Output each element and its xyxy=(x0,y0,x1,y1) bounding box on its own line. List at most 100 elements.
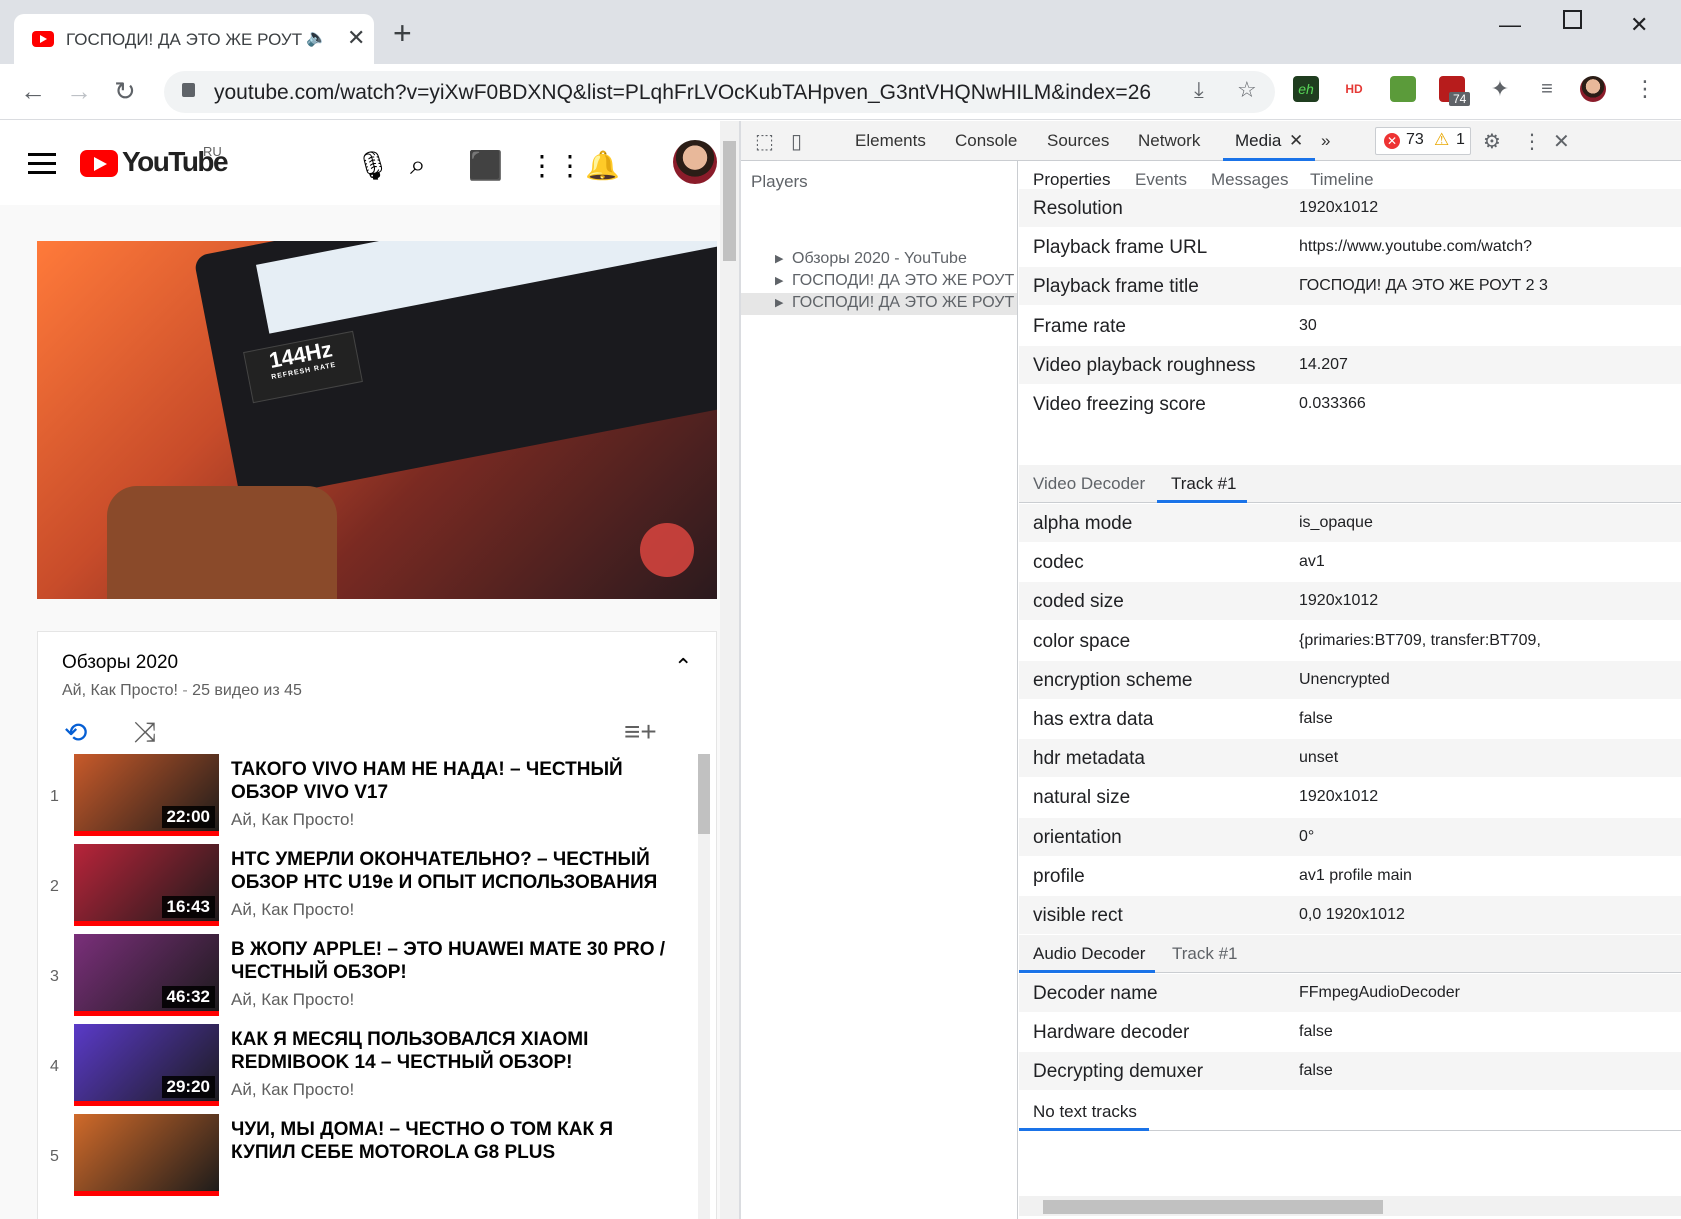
player-entry[interactable]: ▶ ГОСПОДИ! ДА ЭТО ЖЕ РОУТ 2 xyxy=(741,271,1017,293)
playlist-item[interactable]: 4 29:20 КАК Я МЕСЯЦ ПОЛЬЗОВАЛСЯ XIAOMI RED… xyxy=(38,1024,698,1116)
profile-avatar[interactable] xyxy=(1580,76,1606,102)
video-thumbnail[interactable] xyxy=(74,1114,219,1196)
forward-button[interactable]: → xyxy=(66,76,92,107)
video-title[interactable]: КАК Я МЕСЯЦ ПОЛЬЗОВАЛСЯ XIAOMI REDMIBOOK… xyxy=(231,1028,671,1074)
tab-video-decoder[interactable]: Video Decoder xyxy=(1033,474,1145,494)
property-value: 1920x1012 xyxy=(1299,788,1379,806)
tab-video-track[interactable]: Track #1 xyxy=(1171,474,1237,494)
user-avatar[interactable] xyxy=(673,140,717,184)
maximize-button[interactable] xyxy=(1563,10,1582,29)
extension-monitor-icon[interactable] xyxy=(1390,76,1416,102)
video-channel[interactable]: Ай, Как Просто! xyxy=(231,990,354,1010)
video-thumbnail[interactable]: 16:43 xyxy=(74,844,219,926)
tab-title: ГОСПОДИ! ДА ЭТО ЖЕ РОУТ xyxy=(66,30,303,49)
devtools-menu-icon[interactable]: ⋮ xyxy=(1522,129,1542,154)
url-text[interactable]: youtube.com/watch?v=yiXwF0BDXNQ&list=PLq… xyxy=(214,81,1151,105)
microphone-icon[interactable]: 🎙 xyxy=(355,149,391,182)
settings-gear-icon[interactable]: ⚙ xyxy=(1483,129,1501,154)
reload-button[interactable]: ↻ xyxy=(114,76,136,107)
video-title[interactable]: ЧУИ, МЫ ДОМА! – ЧЕСТНО О ТОМ КАК Я КУПИЛ… xyxy=(231,1118,671,1164)
playlist-item[interactable]: 2 16:43 HTC УМЕРЛИ ОКОНЧАТЕЛЬНО? – ЧЕСТНЫЙ… xyxy=(38,844,698,936)
tab-sources[interactable]: Sources xyxy=(1047,131,1109,151)
video-player[interactable]: 144Hz REFRESH RATE xyxy=(37,241,717,599)
minimize-button[interactable]: — xyxy=(1499,12,1521,38)
video-channel[interactable]: Ай, Как Просто! xyxy=(231,900,354,920)
playlist-channel[interactable]: Ай, Как Просто! xyxy=(62,682,178,699)
install-app-icon[interactable]: ⤓ xyxy=(1194,77,1204,103)
expand-triangle-icon[interactable]: ▶ xyxy=(775,274,783,287)
chrome-menu-icon[interactable]: ⋮ xyxy=(1632,76,1658,102)
video-thumbnail[interactable]: 29:20 xyxy=(74,1024,219,1106)
inspect-element-icon[interactable]: ⬚ xyxy=(755,129,774,154)
loop-playlist-icon[interactable]: ⟲ xyxy=(64,716,87,749)
playlist-item[interactable]: 5 ЧУИ, МЫ ДОМА! – ЧЕСТНО О ТОМ КАК Я КУПИ… xyxy=(38,1114,698,1206)
expand-triangle-icon[interactable]: ▶ xyxy=(775,252,783,265)
video-thumbnail[interactable]: 22:00 xyxy=(74,754,219,836)
close-tab-icon[interactable]: ✕ xyxy=(347,25,365,51)
back-button[interactable]: ← xyxy=(20,76,46,107)
tab-timeline[interactable]: Timeline xyxy=(1310,170,1374,190)
tab-text-tracks[interactable]: No text tracks xyxy=(1033,1102,1137,1122)
text-tracks-tabs: No text tracks xyxy=(1019,1093,1681,1131)
player-entry[interactable]: ▶ Обзоры 2020 - YouTube xyxy=(741,249,1017,271)
close-devtools-icon[interactable]: ✕ xyxy=(1553,129,1570,154)
tab-elements[interactable]: Elements xyxy=(855,131,926,151)
search-icon[interactable]: ⌕ xyxy=(410,149,426,182)
device-toolbar-icon[interactable]: ▯ xyxy=(791,129,802,154)
tab-console[interactable]: Console xyxy=(955,131,1017,151)
create-video-icon[interactable]: ⬛ xyxy=(468,149,503,182)
property-key: coded size xyxy=(1033,591,1124,613)
tab-audio-decoder[interactable]: Audio Decoder xyxy=(1033,944,1145,964)
media-control-icon[interactable]: ≡ xyxy=(1534,76,1560,102)
lock-icon[interactable] xyxy=(182,83,195,97)
player-entry[interactable]: ▶ ГОСПОДИ! ДА ЭТО ЖЕ РОУТ 2 xyxy=(741,293,1017,315)
extension-hd-icon[interactable]: HD xyxy=(1341,76,1367,102)
channel-watermark[interactable] xyxy=(640,523,694,577)
new-tab-button[interactable]: + xyxy=(393,17,412,49)
detail-horizontal-scrollbar[interactable] xyxy=(1019,1196,1681,1216)
tab-messages[interactable]: Messages xyxy=(1211,170,1288,190)
video-title[interactable]: В ЖОПУ APPLE! – ЭТО HUAWEI MATE 30 PRO /… xyxy=(231,938,671,984)
extension-eh-icon[interactable]: eh xyxy=(1293,76,1319,102)
more-tabs-icon[interactable]: » xyxy=(1321,131,1330,151)
tab-properties[interactable]: Properties xyxy=(1033,170,1110,190)
extensions-puzzle-icon[interactable]: ✦ xyxy=(1487,76,1513,102)
close-window-button[interactable]: ✕ xyxy=(1630,12,1648,38)
close-media-tab-icon[interactable]: ✕ xyxy=(1289,131,1303,151)
playlist-item[interactable]: 3 46:32 В ЖОПУ APPLE! – ЭТО HUAWEI MATE 30… xyxy=(38,934,698,1026)
issues-counter[interactable]: ✕ 73 ⚠ 1 xyxy=(1375,127,1471,155)
save-playlist-icon[interactable]: ≡+ xyxy=(624,716,657,748)
notifications-bell-icon[interactable]: 🔔 xyxy=(585,149,620,182)
audio-decoder-tab-indicator xyxy=(1019,970,1155,973)
players-list: Players ▶ Обзоры 2020 - YouTube ▶ ГОСПОДИ! … xyxy=(741,161,1018,1219)
property-value: 14.207 xyxy=(1299,355,1348,373)
page-scrollbar[interactable] xyxy=(720,121,739,1219)
tab-audio-track[interactable]: Track #1 xyxy=(1172,944,1238,964)
video-title[interactable]: HTC УМЕРЛИ ОКОНЧАТЕЛЬНО? – ЧЕСТНЫЙ ОБЗОР… xyxy=(231,848,671,894)
shuffle-icon[interactable]: ⤨ xyxy=(134,716,156,749)
property-key: natural size xyxy=(1033,787,1131,809)
bookmark-star-icon[interactable]: ☆ xyxy=(1237,77,1257,103)
address-bar[interactable]: youtube.com/watch?v=yiXwF0BDXNQ&list=PLq… xyxy=(164,71,1275,113)
playlist-item[interactable]: 1 22:00 ТАКОГО VIVO НАМ НЕ НАДА! – ЧЕСТНЫЙ… xyxy=(38,754,698,846)
apps-grid-icon[interactable]: ⋮⋮ xyxy=(528,149,584,182)
audio-playing-icon[interactable]: 🔈 xyxy=(306,28,327,48)
youtube-logo-icon[interactable] xyxy=(80,150,118,177)
menu-icon[interactable] xyxy=(28,153,56,174)
video-title[interactable]: ТАКОГО VIVO НАМ НЕ НАДА! – ЧЕСТНЫЙ ОБЗОР… xyxy=(231,758,671,804)
property-row: Video playback roughness 14.207 xyxy=(1019,345,1681,385)
playlist-item-index: 5 xyxy=(50,1148,59,1165)
playlist-scrollbar[interactable] xyxy=(698,754,710,1219)
playlist-title[interactable]: Обзоры 2020 xyxy=(62,652,178,674)
video-channel[interactable]: Ай, Как Просто! xyxy=(231,1080,354,1100)
tab-media[interactable]: Media xyxy=(1235,131,1281,151)
video-channel[interactable]: Ай, Как Просто! xyxy=(231,810,354,830)
tab-network[interactable]: Network xyxy=(1138,131,1200,151)
expand-triangle-icon[interactable]: ▶ xyxy=(775,296,783,309)
video-thumbnail[interactable]: 46:32 xyxy=(74,934,219,1016)
browser-tab[interactable]: ГОСПОДИ! ДА ЭТО ЖЕ РОУТ 🔈 ✕ xyxy=(14,14,374,66)
tab-events[interactable]: Events xyxy=(1135,170,1187,190)
collapse-playlist-icon[interactable]: ⌃ xyxy=(674,654,692,680)
property-row: coded size 1920x1012 xyxy=(1019,582,1681,622)
error-count: 73 xyxy=(1406,131,1424,148)
